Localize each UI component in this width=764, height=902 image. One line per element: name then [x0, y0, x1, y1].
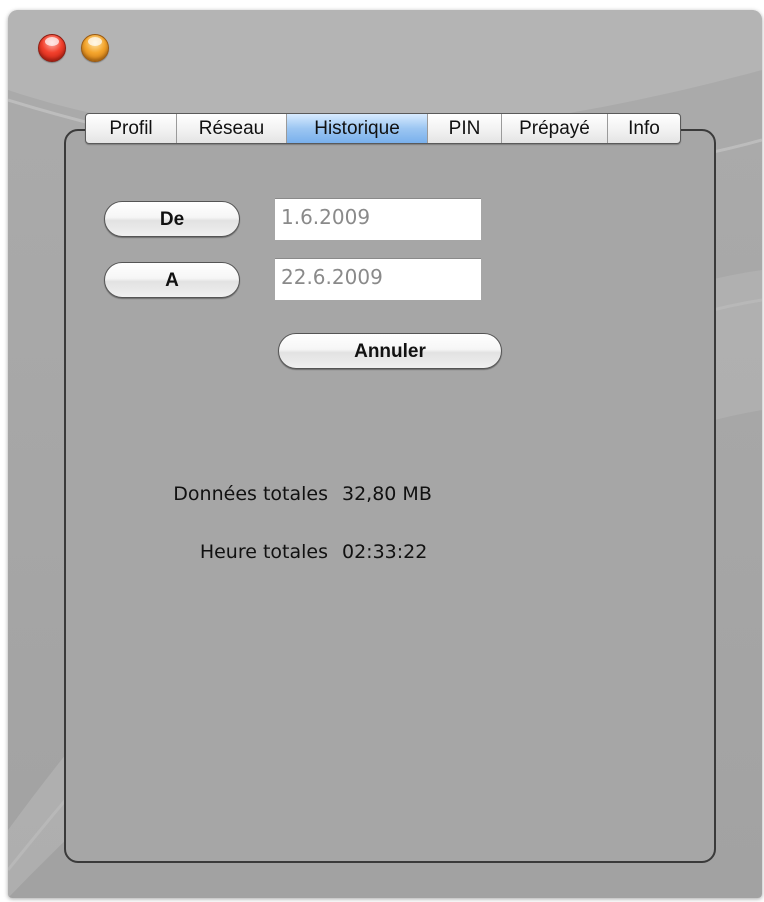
tab-bar: Profil Réseau Historique PIN Prépayé Inf…: [85, 113, 681, 144]
cancel-button[interactable]: Annuler: [278, 333, 502, 369]
total-time-label: Heure totales: [199, 541, 328, 563]
minimize-button[interactable]: [81, 34, 109, 62]
to-date-field[interactable]: 22.6.2009: [275, 258, 481, 300]
tab-content-panel: De 1.6.2009 A 22.6.2009 Annuler Données …: [64, 129, 716, 863]
from-date-field[interactable]: 1.6.2009: [275, 198, 481, 240]
tab-info[interactable]: Info: [608, 114, 680, 143]
total-data-value: 32,80 MB: [342, 483, 432, 505]
to-date-button[interactable]: A: [104, 262, 240, 298]
tab-prepaye[interactable]: Prépayé: [502, 114, 608, 143]
close-button[interactable]: [38, 34, 66, 62]
from-date-button[interactable]: De: [104, 201, 240, 237]
total-time-value: 02:33:22: [342, 541, 428, 563]
tab-historique[interactable]: Historique: [287, 114, 428, 143]
total-data-label: Données totales: [173, 483, 328, 505]
tab-reseau[interactable]: Réseau: [177, 114, 287, 143]
tab-pin[interactable]: PIN: [428, 114, 502, 143]
tab-profil[interactable]: Profil: [86, 114, 177, 143]
app-window: De 1.6.2009 A 22.6.2009 Annuler Données …: [8, 10, 762, 898]
